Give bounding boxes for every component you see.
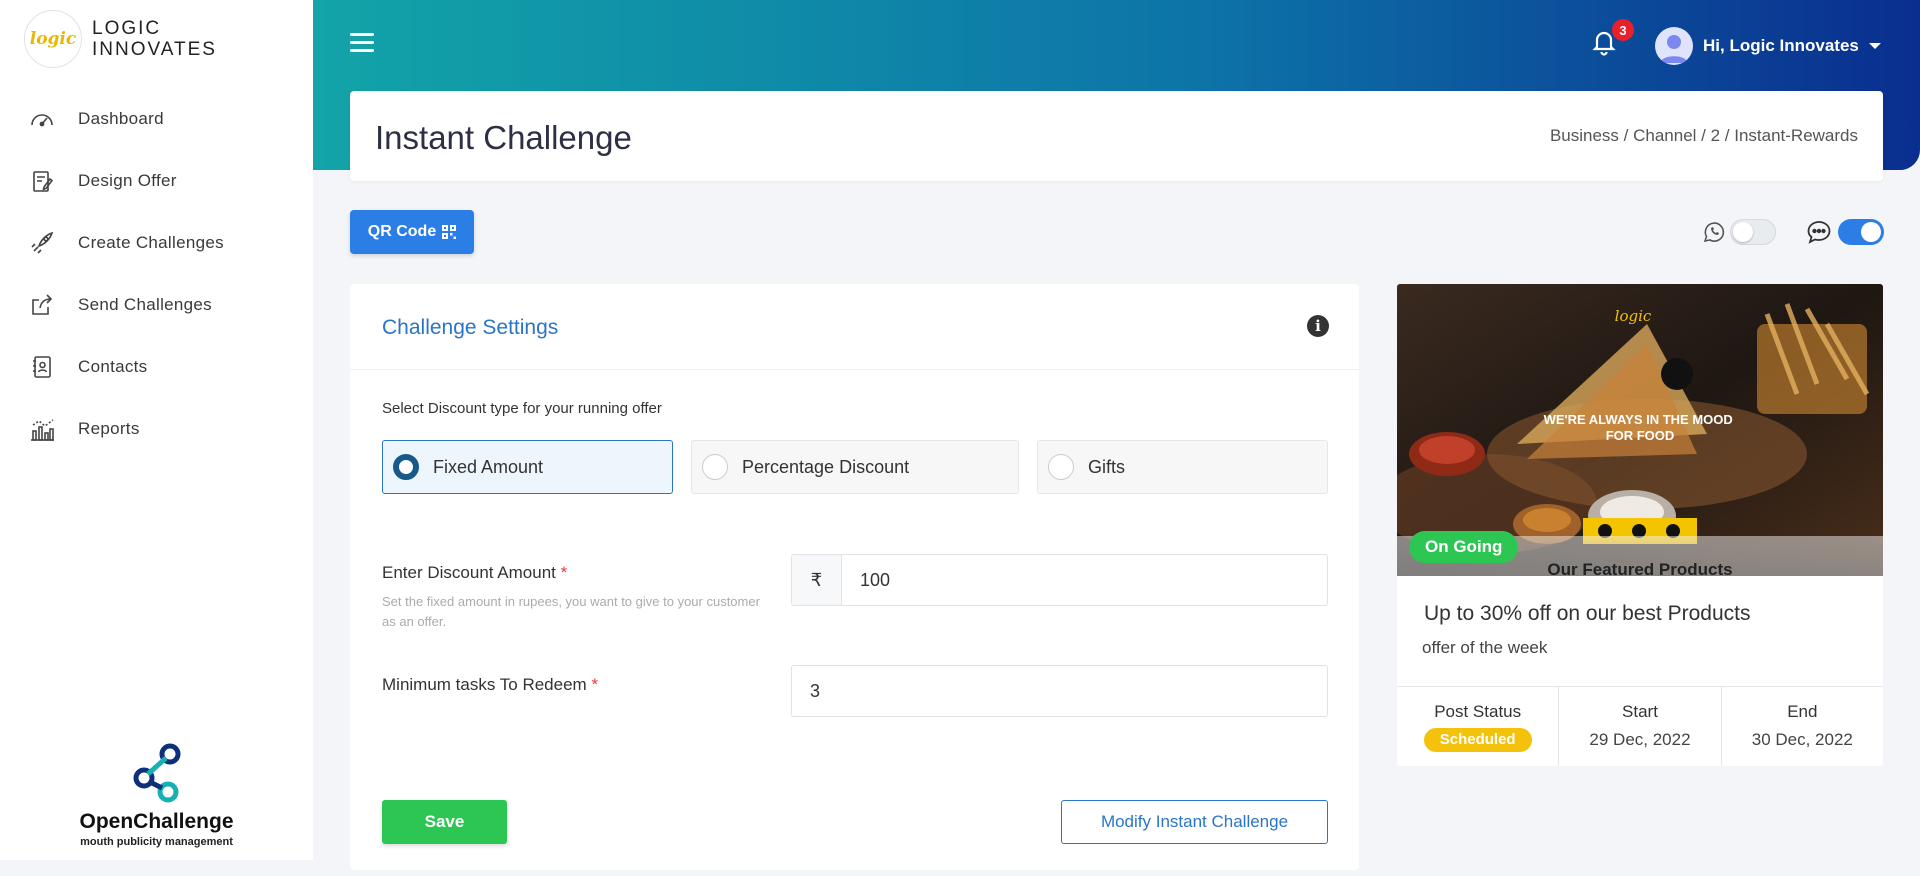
open-challenge-logo: OpenChallenge mouth publicity management	[0, 742, 313, 848]
sms-toggle[interactable]	[1838, 219, 1884, 245]
end-date-stat: End 30 Dec, 2022	[1722, 687, 1883, 766]
sidebar-item-label: Reports	[78, 419, 140, 438]
bar-chart-icon	[31, 419, 54, 441]
notification-badge: 3	[1612, 19, 1634, 41]
banner-footer-text: Our Featured Products	[1547, 560, 1732, 576]
speedometer-icon	[31, 114, 53, 127]
stat-label: Start	[1622, 702, 1658, 721]
discount-amount-label: Enter Discount Amount *	[382, 563, 567, 583]
chat-bubble-icon	[1807, 221, 1831, 244]
sidebar-nav: Dashboard Design Offer Create Challenges…	[0, 88, 313, 460]
stat-label: Post Status	[1434, 702, 1522, 721]
location-icon	[1632, 524, 1646, 538]
min-tasks-label: Minimum tasks To Redeem *	[382, 675, 598, 695]
whatsapp-icon	[1703, 222, 1725, 243]
sidebar-item-dashboard[interactable]: Dashboard	[0, 88, 313, 150]
share-icon	[32, 294, 53, 315]
user-avatar-icon	[1660, 35, 1688, 63]
user-menu[interactable]: Hi, Logic Innovates	[1655, 27, 1881, 65]
discount-type-prompt: Select Discount type for your running of…	[382, 400, 662, 417]
avatar	[1655, 27, 1693, 65]
challenge-settings-card: Challenge Settings i Select Discount typ…	[350, 284, 1359, 870]
sidebar-item-reports[interactable]: Reports	[0, 398, 313, 460]
brand-name: LOGIC INNOVATES	[92, 18, 217, 60]
contact-book-icon	[33, 356, 51, 378]
offer-subtitle: offer of the week	[1422, 638, 1548, 657]
discount-amount-hint: Set the fixed amount in rupees, you want…	[382, 594, 760, 629]
sidebar-item-send-challenges[interactable]: Send Challenges	[0, 274, 313, 336]
rocket-icon	[31, 231, 54, 254]
sidebar-item-label: Design Offer	[78, 171, 177, 190]
discount-option-gifts[interactable]: Gifts	[1037, 440, 1328, 494]
sidebar-item-label: Contacts	[78, 357, 148, 376]
card-header: Challenge Settings i	[350, 284, 1359, 370]
banner-headline-text: WE'RE ALWAYS IN THE MOOD	[1544, 412, 1733, 427]
qr-code-button[interactable]: QR Code	[350, 210, 474, 254]
min-tasks-input[interactable]	[792, 666, 1327, 716]
page-title: Instant Challenge	[375, 119, 632, 156]
open-challenge-name: OpenChallenge	[79, 810, 234, 833]
status-badge: On Going	[1409, 531, 1519, 563]
discount-option-fixed-amount[interactable]: Fixed Amount	[382, 440, 673, 494]
radio-button[interactable]	[393, 454, 419, 480]
option-label: Fixed Amount	[433, 456, 544, 477]
sidebar-item-create-challenges[interactable]: Create Challenges	[0, 212, 313, 274]
option-label: Gifts	[1088, 456, 1126, 477]
modify-instant-challenge-button[interactable]: Modify Instant Challenge	[1061, 800, 1328, 844]
web-icon	[1666, 524, 1680, 538]
radio-button[interactable]	[702, 454, 728, 480]
toggle-knob	[1733, 222, 1753, 242]
card-title: Challenge Settings	[382, 316, 559, 339]
hamburger-menu-icon[interactable]	[350, 33, 374, 53]
offer-title: Up to 30% off on our best Products	[1424, 602, 1751, 625]
stat-label: End	[1787, 702, 1818, 721]
user-greeting: Hi, Logic Innovates	[1703, 36, 1859, 55]
min-tasks-label-text: Minimum tasks To Redeem	[382, 675, 587, 694]
sidebar-item-label: Send Challenges	[78, 295, 212, 314]
required-mark: *	[591, 675, 599, 694]
rupee-icon: ₹	[792, 555, 842, 605]
radio-button[interactable]	[1048, 454, 1074, 480]
discount-amount-input[interactable]	[842, 555, 1327, 605]
discount-option-percentage[interactable]: Percentage Discount	[691, 440, 1019, 494]
start-date-value: 29 Dec, 2022	[1589, 730, 1691, 749]
discount-amount-group: ₹	[791, 554, 1328, 606]
offer-stats: Post Status Scheduled Start 29 Dec, 2022…	[1397, 686, 1883, 766]
sidebar-item-contacts[interactable]: Contacts	[0, 336, 313, 398]
sidebar-item-label: Create Challenges	[78, 233, 224, 252]
post-status-stat: Post Status Scheduled	[1397, 687, 1560, 766]
offer-preview-card: logic WE'RE ALWAYS IN THE MOOD FOR FOOD …	[1397, 284, 1883, 766]
infinity-people-icon	[133, 743, 180, 803]
phone-icon	[1598, 524, 1612, 538]
qr-code-icon	[442, 225, 457, 239]
info-icon[interactable]: i	[1307, 315, 1329, 337]
save-button[interactable]: Save	[382, 800, 507, 844]
brand-name-line1: LOGIC	[92, 18, 162, 39]
open-challenge-tagline: mouth publicity management	[80, 836, 233, 848]
brand-logo: logic	[24, 10, 82, 68]
brand-name-line2: INNOVATES	[92, 39, 217, 60]
start-date-stat: Start 29 Dec, 2022	[1559, 687, 1722, 766]
banner-logo-text: logic	[1615, 307, 1652, 325]
end-date-value: 30 Dec, 2022	[1751, 730, 1853, 749]
required-mark: *	[560, 563, 568, 582]
discount-amount-label-text: Enter Discount Amount	[382, 563, 556, 582]
brand-logo-text: logic	[29, 29, 77, 49]
whatsapp-toggle[interactable]	[1730, 219, 1776, 245]
post-status-badge: Scheduled	[1423, 728, 1532, 752]
sidebar: logic LOGIC INNOVATES Dashboard Design O…	[0, 0, 313, 860]
brand[interactable]: logic LOGIC INNOVATES	[24, 10, 217, 68]
banner-headline-text-line2: FOR FOOD	[1606, 428, 1675, 443]
toggle-knob	[1861, 222, 1881, 242]
chevron-down-icon	[1868, 43, 1881, 49]
min-tasks-field	[791, 665, 1328, 717]
page-header-card: Instant Challenge Business / Channel / 2…	[350, 91, 1883, 181]
sidebar-item-label: Dashboard	[78, 109, 164, 128]
breadcrumb[interactable]: Business / Channel / 2 / Instant-Rewards	[1550, 126, 1858, 146]
qr-code-label: QR Code	[367, 223, 437, 240]
sidebar-item-design-offer[interactable]: Design Offer	[0, 150, 313, 212]
option-label: Percentage Discount	[742, 456, 910, 477]
design-document-icon	[33, 171, 54, 192]
